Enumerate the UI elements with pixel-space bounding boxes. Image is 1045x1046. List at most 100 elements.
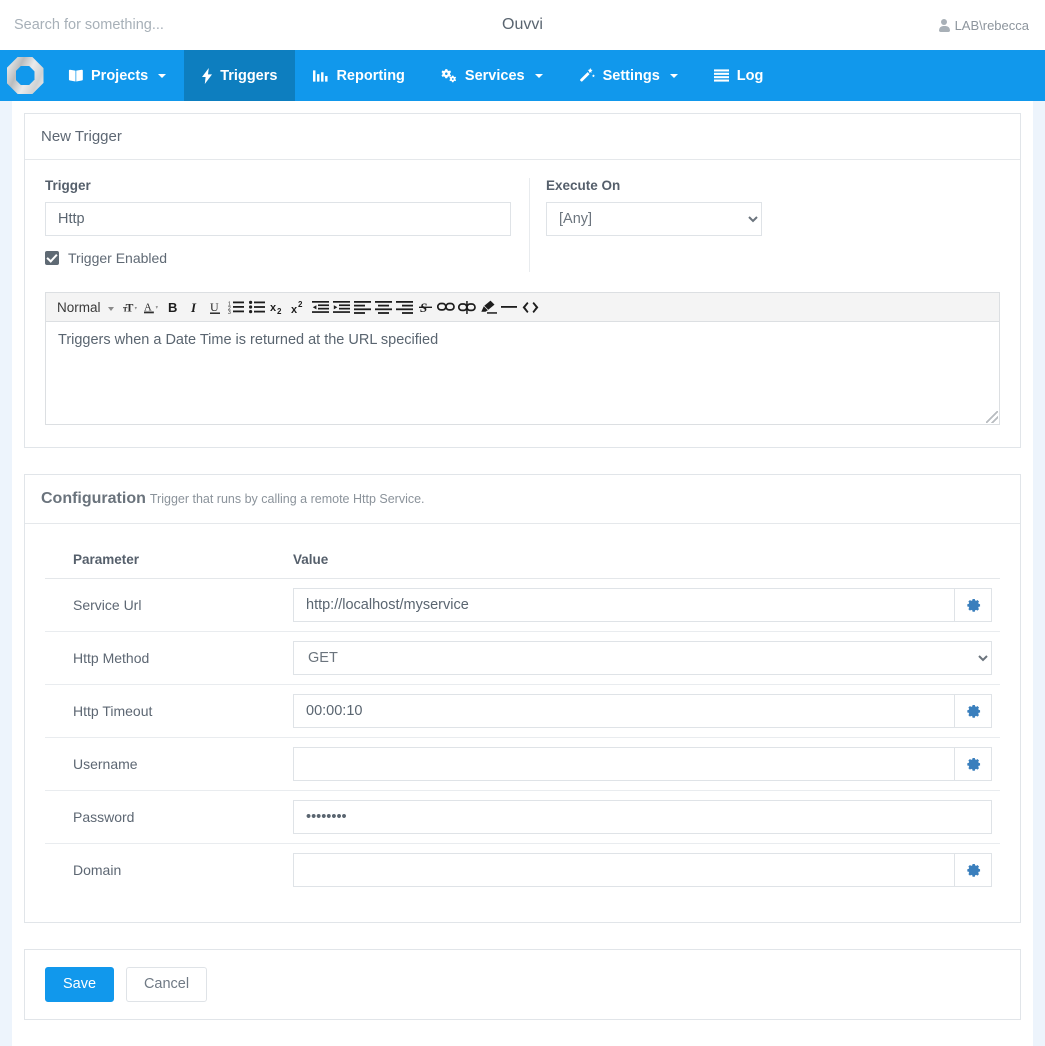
table-row: Username [45, 737, 1000, 791]
value-input-group [293, 747, 992, 781]
value-input-group [293, 853, 992, 887]
align-left-icon[interactable] [353, 295, 372, 319]
editor-toolbar: Normal тT A B I U 1 2 3 x 2 x 2 [45, 292, 1000, 322]
configuration-panel: Configuration Trigger that runs by callin… [24, 474, 1021, 923]
underline-icon[interactable]: U [206, 295, 225, 319]
nav-label-settings: Settings [602, 67, 660, 84]
nav-item-triggers[interactable]: Triggers [184, 50, 296, 101]
svg-text:x: x [291, 304, 298, 315]
value-input[interactable] [293, 747, 954, 781]
trigger-name-input[interactable] [45, 202, 511, 236]
table-row: Http Timeout [45, 684, 1000, 738]
table-row: Domain [45, 844, 1000, 897]
value-input[interactable] [293, 588, 954, 622]
parameter-label: Http Timeout [45, 684, 285, 738]
nav-label-triggers: Triggers [220, 67, 278, 84]
gear-icon[interactable] [954, 853, 992, 887]
parameter-label: Http Method [45, 631, 285, 685]
nav-item-projects[interactable]: Projects [50, 50, 184, 101]
new-trigger-body: Trigger Trigger Enabled Execute On [Any] [25, 160, 1020, 447]
value-input-group [293, 800, 992, 834]
superscript-icon[interactable]: x2 [290, 295, 309, 319]
logo-link[interactable] [0, 50, 50, 101]
trigger-enabled-checkbox[interactable] [45, 251, 59, 265]
svg-text:U: U [210, 300, 219, 314]
password-input[interactable] [293, 800, 992, 834]
value-input[interactable] [293, 853, 954, 887]
nav-item-reporting[interactable]: Reporting [295, 50, 422, 101]
nav-item-services[interactable]: Services [423, 50, 561, 101]
align-center-icon[interactable] [374, 295, 393, 319]
gear-icon[interactable] [954, 747, 992, 781]
svg-text:I: I [190, 300, 197, 314]
value-cell [285, 790, 1000, 844]
editor-style-dropdown[interactable]: Normal [52, 300, 104, 315]
trigger-enabled-label: Trigger Enabled [68, 250, 168, 266]
search-input[interactable] [0, 1, 340, 49]
editor-resize-handle[interactable] [986, 411, 998, 423]
ordered-list-icon[interactable]: 1 2 3 [227, 295, 246, 319]
cancel-button[interactable]: Cancel [125, 967, 208, 1002]
svg-text:2: 2 [298, 300, 303, 309]
parameter-label: Domain [73, 862, 122, 878]
trigger-name-label: Trigger [45, 178, 91, 193]
gears-icon [441, 68, 457, 83]
value-input[interactable] [293, 694, 954, 728]
save-button[interactable]: Save [45, 967, 115, 1002]
new-trigger-panel: New Trigger Trigger Trigger Enabled Exec… [24, 113, 1021, 448]
nav-label-projects: Projects [91, 67, 149, 84]
indent-icon[interactable] [332, 295, 351, 319]
configuration-subtitle: Trigger that runs by calling a remote Ht… [149, 492, 425, 506]
svg-text:2: 2 [277, 307, 282, 315]
editor-content-area[interactable]: Triggers when a Date Time is returned at… [45, 322, 1000, 425]
text-color-icon[interactable]: A [143, 295, 162, 319]
user-icon [938, 18, 950, 32]
user-menu[interactable]: LAB\rebecca [938, 18, 1045, 33]
nav-item-log[interactable]: Log [696, 50, 782, 101]
gear-icon[interactable] [954, 588, 992, 622]
execute-on-select[interactable]: [Any] [546, 202, 762, 236]
nav-item-settings[interactable]: Settings [561, 50, 696, 101]
italic-icon[interactable]: I [185, 295, 204, 319]
subscript-icon[interactable]: x2 [269, 295, 288, 319]
horizontal-rule-icon[interactable] [500, 295, 519, 319]
gear-icon[interactable] [954, 694, 992, 728]
configuration-table: Parameter Value Service UrlHttp MethodGE… [45, 542, 1000, 896]
value-cell [285, 844, 1000, 897]
parameter-label: Username [45, 737, 285, 791]
nav-label-services: Services [464, 67, 525, 84]
main-navigation: Projects Triggers Reporting Services Set… [0, 50, 1045, 101]
configuration-heading: Configuration Trigger that runs by callin… [25, 475, 1020, 524]
value-cell [285, 578, 1000, 632]
parameter-label: Password [45, 790, 285, 844]
highlighter-icon[interactable] [479, 295, 498, 319]
execute-on-column: Execute On [Any] [530, 178, 762, 272]
bold-icon[interactable]: B [164, 295, 183, 319]
description-editor: Normal тT A B I U 1 2 3 x 2 x 2 Triggers… [45, 292, 1000, 425]
chevron-down-icon[interactable] [107, 306, 114, 311]
align-right-icon[interactable] [395, 295, 414, 319]
parameter-label: Service Url [45, 578, 285, 632]
bar-chart-icon [313, 69, 328, 83]
value-cell [285, 737, 1000, 791]
table-row: Password [45, 790, 1000, 844]
column-header-parameter: Parameter [45, 542, 285, 579]
trigger-enabled-row[interactable]: Trigger Enabled [45, 250, 511, 266]
svg-text:x: x [270, 302, 277, 314]
form-actions-panel: Save Cancel [24, 949, 1021, 1020]
configuration-title: Configuration [41, 490, 146, 507]
value-select[interactable]: GET [293, 641, 992, 675]
font-size-icon[interactable]: тT [122, 295, 141, 319]
table-header-row: Parameter Value [45, 542, 1000, 579]
unordered-list-icon[interactable] [248, 295, 267, 319]
link-icon[interactable] [437, 295, 456, 319]
unlink-icon[interactable] [458, 295, 477, 319]
code-icon[interactable] [521, 295, 540, 319]
outdent-icon[interactable] [311, 295, 330, 319]
configuration-table-body: Service UrlHttp MethodGETHttp TimeoutUse… [45, 578, 1000, 897]
strikethrough-icon[interactable]: S [416, 295, 435, 319]
list-icon [713, 69, 729, 82]
nav-label-log: Log [736, 67, 764, 84]
chevron-down-icon [158, 73, 167, 78]
execute-on-label: Execute On [546, 178, 621, 193]
